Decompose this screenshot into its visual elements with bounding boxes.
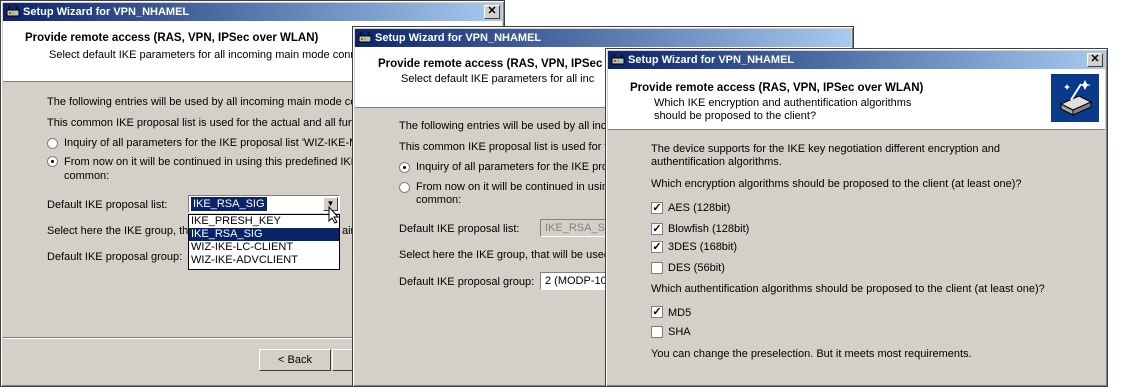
back-button-label: < Back [278,354,312,366]
close-button[interactable]: ✕ [484,5,500,19]
mouse-pointer-icon [328,206,340,224]
wizard-header: Provide remote access (RAS, VPN, IPSec o… [608,69,1105,130]
vpn-router-icon [611,54,625,65]
header-title: Provide remote access (RAS, VPN, IPSec o… [25,32,319,44]
proposal-group-value: 2 (MODP-10 [545,275,607,287]
proposal-list-text: This common IKE proposal list is used fo… [47,117,367,129]
proposal-list-dropdown[interactable]: IKE_PRESH_KEY IKE_RSA_SIG WIZ-IKE-LC-CLI… [188,214,340,270]
encryption-question: Which encryption algorithms should be pr… [651,178,1022,190]
proposal-list-label: Default IKE proposal list: [47,199,168,211]
dropdown-option[interactable]: IKE_PRESH_KEY [189,215,339,228]
proposal-group-label: Default IKE proposal group: [399,276,535,288]
proposal-list-value: IKE_RSA_SI [545,222,608,234]
dropdown-option[interactable]: WIZ-IKE-LC-CLIENT [189,241,339,254]
proposal-group-label: Default IKE proposal group: [47,251,183,263]
intro-text-2: authentification algorithms. [651,156,782,168]
title-bar[interactable]: Setup Wizard for VPN_NHAMEL [355,29,851,47]
dropdown-option-selected[interactable]: IKE_RSA_SIG [189,228,339,241]
proposal-list-label: Default IKE proposal list: [399,223,520,235]
back-button[interactable]: < Back [259,349,331,371]
checkbox-des-label: DES (56bit) [668,262,725,274]
checkbox-aes-label: AES (128bit) [668,202,731,214]
radio-predefined-label-2: common: [64,170,110,182]
radio-inquiry-label: Inquiry of all parameters for the IKE pr… [416,161,608,173]
radio-inquiry[interactable] [47,138,58,149]
title-bar[interactable]: Setup Wizard for VPN_NHAMEL ✕ [3,3,502,21]
header-title: Provide remote access (RAS, VPN, IPSec o… [630,82,924,94]
intro-text: The device supports for the IKE key nego… [651,143,1000,155]
ike-group-text: Select here the IKE group, that will be … [399,249,610,261]
checkbox-blowfish[interactable]: ✓ [651,223,663,235]
close-button[interactable]: ✕ [1087,53,1103,67]
footer-note: You can change the preselection. But it … [651,348,972,360]
close-icon: ✕ [1090,53,1100,65]
checkbox-3des[interactable]: ✓ [651,241,663,253]
intro-text: The following entries will be used by al… [47,96,369,108]
checkbox-md5-label: MD5 [668,307,692,319]
radio-inquiry-label: Inquiry of all parameters for the IKE pr… [64,137,366,149]
header-subtitle-2: should be proposed to the client? [654,110,817,122]
header-subtitle: Which IKE encryption and authentificatio… [654,97,912,109]
intro-text: The following entries will be used by al… [399,120,613,132]
radio-predefined[interactable] [399,182,410,193]
checkbox-sha-label: SHA [668,326,691,338]
header-subtitle: Select default IKE parameters for all in… [49,49,369,61]
window-title: Setup Wizard for VPN_NHAMEL [23,6,190,18]
checkbox-md5[interactable]: ✓ [651,306,663,318]
radio-predefined[interactable] [47,156,58,167]
vpn-router-icon [358,32,372,43]
header-subtitle: Select default IKE parameters for all in… [401,73,595,85]
auth-question: Which authentification algorithms should… [651,283,1045,295]
dropdown-option[interactable]: WIZ-IKE-ADVCLIENT [189,254,339,267]
radio-predefined-label: From now on it will be continued in usin… [416,181,615,193]
vpn-router-icon [6,6,20,17]
proposal-list-value: IKE_RSA_SIG [191,197,267,211]
radio-predefined-label: From now on it will be continued in usin… [64,156,368,168]
radio-predefined-label-2: common: [416,194,462,206]
proposal-list-text: This common IKE proposal list is used fo… [399,141,620,153]
checkbox-des[interactable] [651,262,663,274]
title-bar[interactable]: Setup Wizard for VPN_NHAMEL ✕ [608,51,1105,69]
ike-group-text: Select here the IKE group, th [47,225,189,237]
window-title: Setup Wizard for VPN_NHAMEL [375,32,542,44]
checkbox-sha[interactable] [651,326,663,338]
network-wizard-icon [1051,74,1099,122]
wizard-window-3: Setup Wizard for VPN_NHAMEL ✕ Provide re… [605,48,1108,387]
checkbox-3des-label: 3DES (168bit) [668,241,738,253]
checkbox-blowfish-label: Blowfish (128bit) [668,223,750,235]
close-icon: ✕ [487,5,497,17]
radio-inquiry[interactable] [399,162,410,173]
window-title: Setup Wizard for VPN_NHAMEL [628,54,795,66]
proposal-list-combo[interactable]: IKE_RSA_SIG ▼ [188,195,340,213]
checkbox-aes[interactable]: ✓ [651,202,663,214]
